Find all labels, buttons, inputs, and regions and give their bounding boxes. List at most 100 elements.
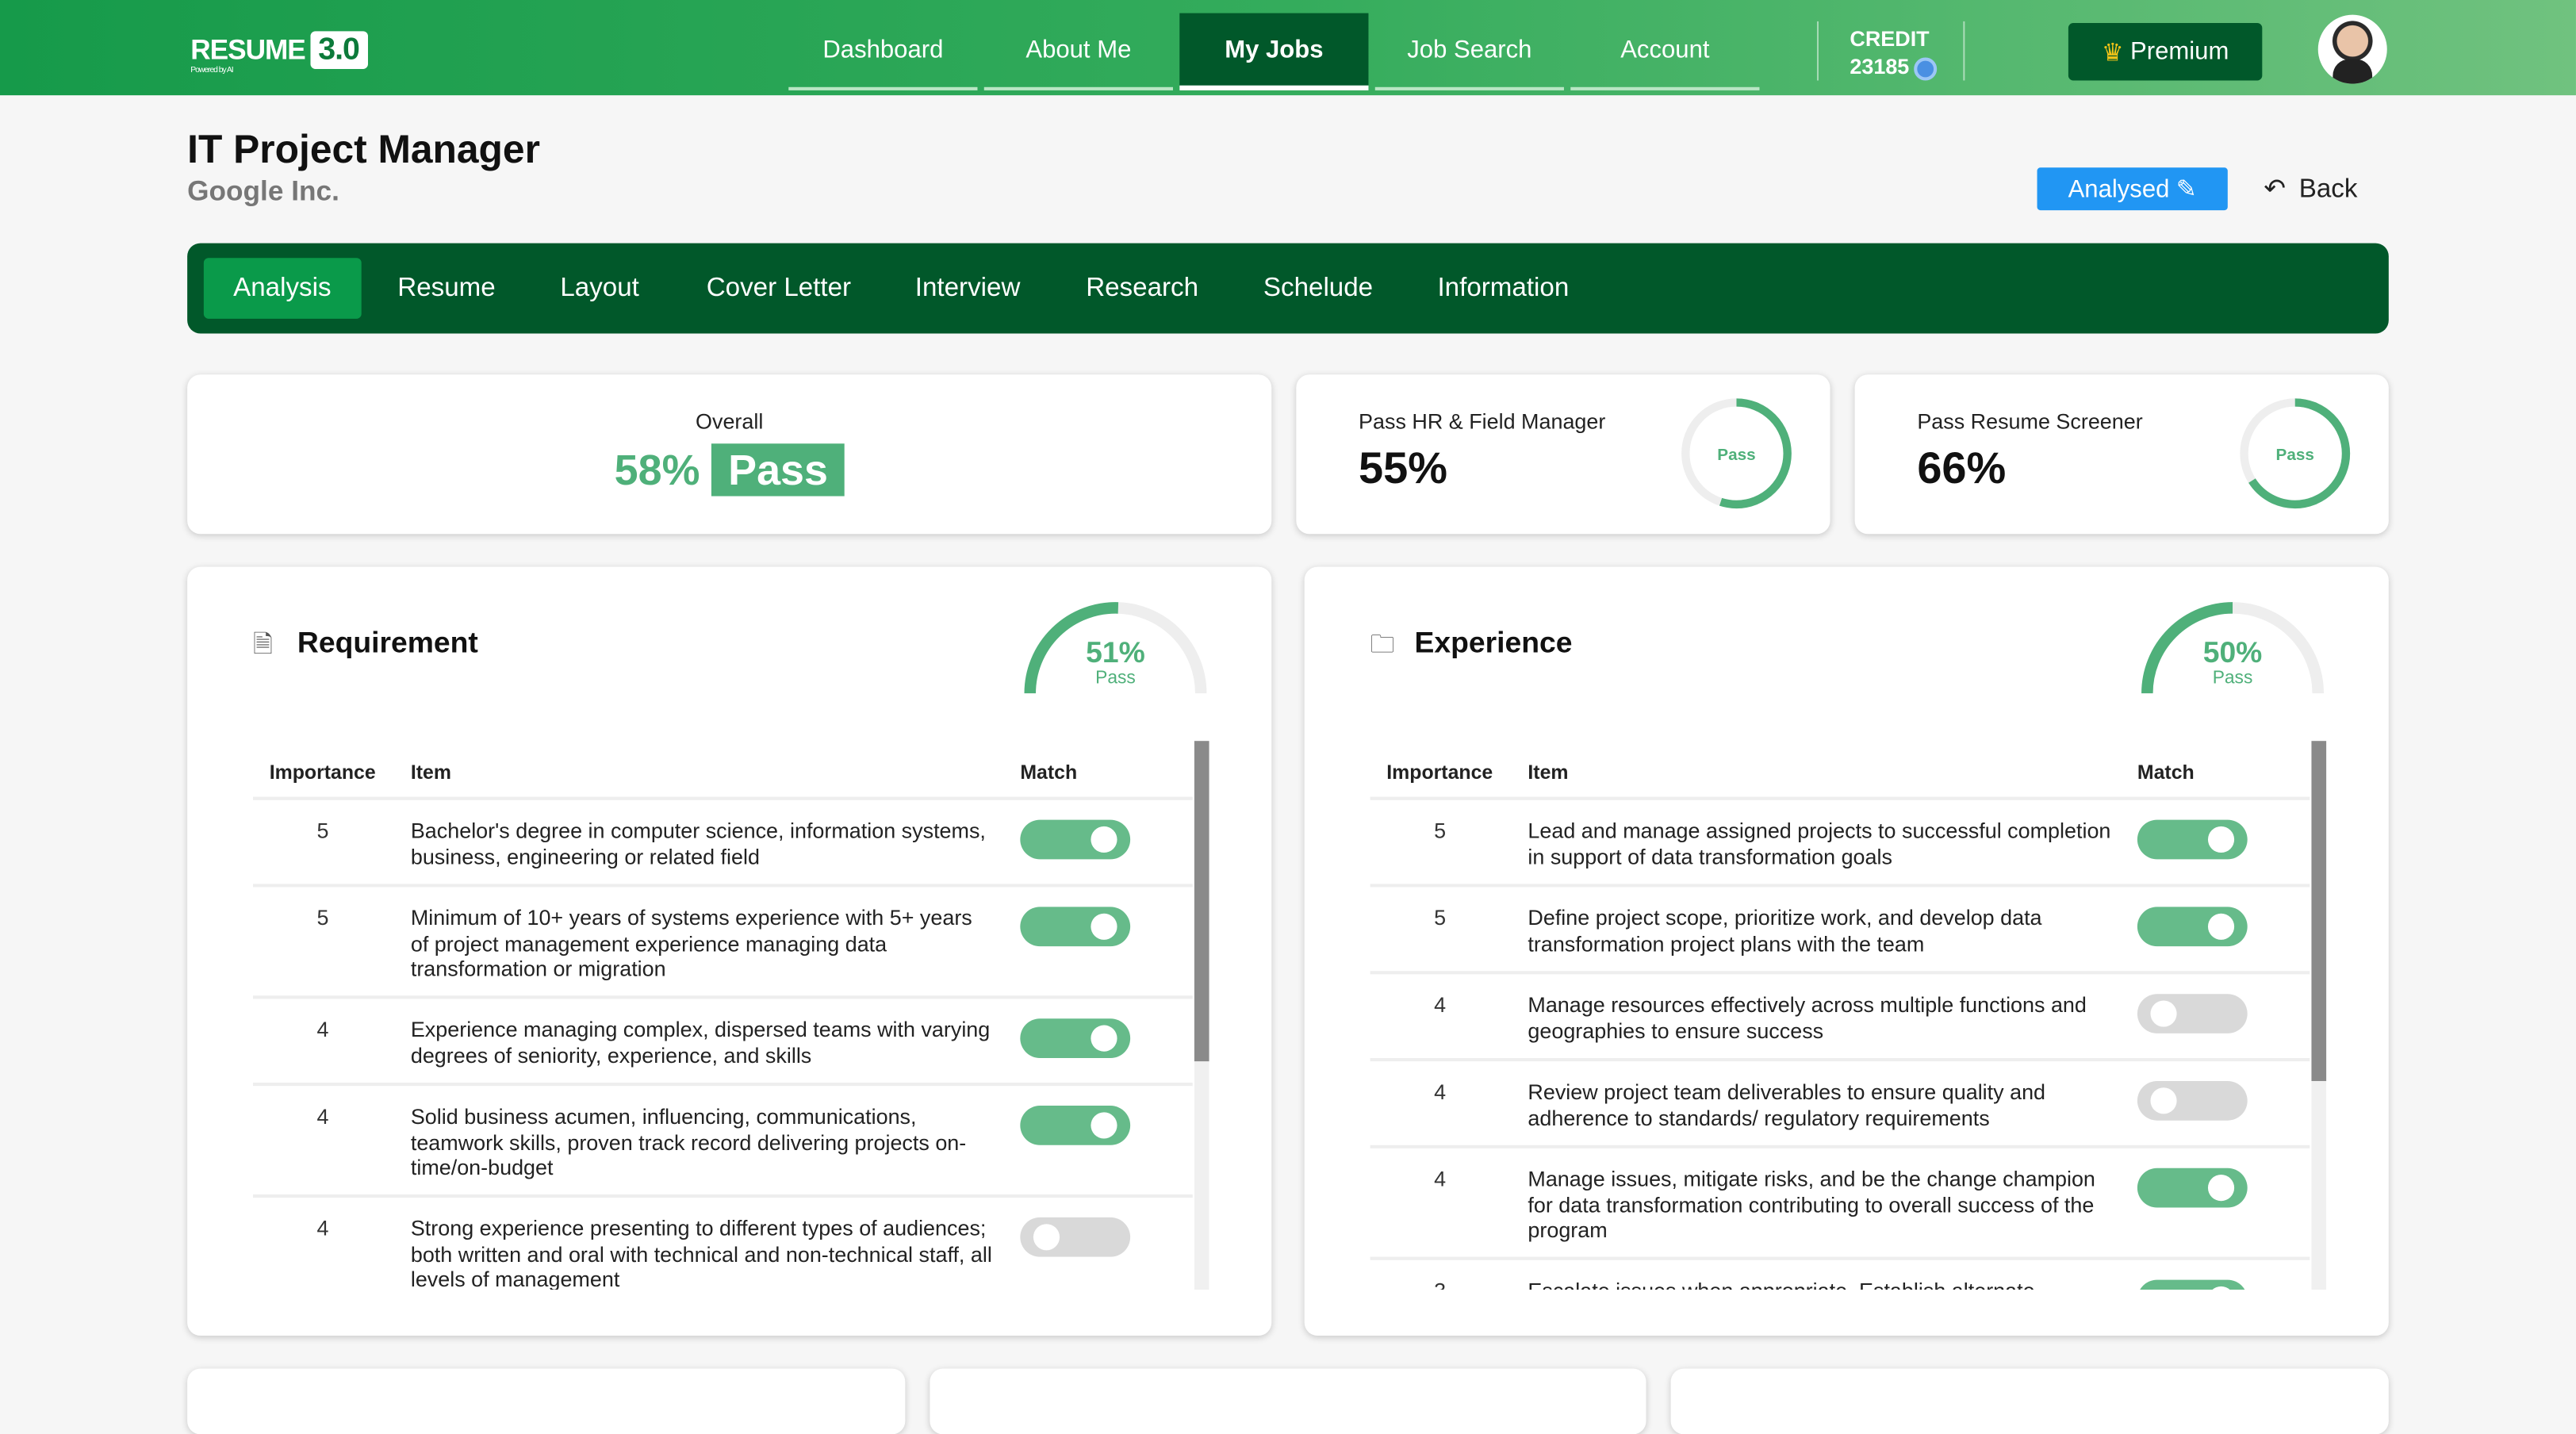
hr-percent: 55%: [1359, 443, 1448, 493]
tab-interview[interactable]: Interview: [885, 258, 1049, 319]
top-navbar: RESUME 3.0 Powered by AI Dashboard About Me…: [0, 0, 2576, 96]
match-toggle[interactable]: [2137, 994, 2248, 1033]
item-text: Strong experience presenting to differen…: [410, 1215, 992, 1290]
bottom-card: [1670, 1368, 2389, 1434]
experience-table: Importance Item Match 5 Lead and manage …: [1370, 741, 2310, 1290]
item-text: Escalate issues when appropriate. Establ…: [1528, 1279, 2110, 1290]
nav-job-search[interactable]: Job Search: [1374, 13, 1564, 90]
match-toggle[interactable]: [1020, 1217, 1131, 1257]
hr-card: Pass HR & Field Manager 55% Pass: [1296, 374, 1830, 535]
undo-icon: ↶: [2264, 175, 2287, 204]
match-toggle[interactable]: [2137, 907, 2248, 947]
table-row: 4 Manage resources effectively across mu…: [1370, 971, 2310, 1058]
tab-resume[interactable]: Resume: [368, 258, 525, 319]
analysed-button[interactable]: Analysed ✎: [2037, 167, 2228, 211]
match-toggle[interactable]: [1020, 819, 1131, 860]
overall-percent: 58%: [614, 445, 700, 495]
table-row: 4 Solid business acumen, influencing, co…: [252, 1083, 1193, 1194]
nav-my-jobs[interactable]: My Jobs: [1179, 13, 1369, 90]
importance-value: 4: [316, 1103, 329, 1129]
credit-display: CREDIT 23185: [1850, 25, 1938, 80]
screener-percent: 66%: [1917, 443, 2007, 493]
importance-value: 4: [316, 1215, 329, 1240]
table-row: 4 Experience managing complex, dispersed…: [252, 995, 1193, 1083]
column-header: Match: [1020, 761, 1078, 784]
table-row: 5 Lead and manage assigned projects to s…: [1370, 796, 2310, 884]
match-toggle[interactable]: [2137, 1168, 2248, 1208]
importance-value: 4: [1434, 992, 1447, 1018]
scrollbar[interactable]: [1194, 741, 1209, 1290]
divider: [1816, 21, 1819, 81]
item-text: Review project team deliverables to ensu…: [1528, 1079, 2046, 1130]
nav-dashboard[interactable]: Dashboard: [788, 13, 978, 90]
coin-icon: [1914, 56, 1938, 80]
hr-ring-gauge: Pass: [1681, 398, 1792, 509]
screener-ring-gauge: Pass: [2240, 398, 2351, 509]
nav-account[interactable]: Account: [1570, 13, 1760, 90]
crown-icon: ♛: [2101, 38, 2124, 67]
importance-value: 4: [1434, 1079, 1447, 1104]
screener-card: Pass Resume Screener 66% Pass: [1854, 374, 2389, 535]
item-text: Experience managing complex, dispersed t…: [410, 1017, 991, 1068]
scrollbar[interactable]: [2311, 741, 2327, 1290]
tab-schelude[interactable]: Schelude: [1234, 258, 1403, 319]
tab-layout[interactable]: Layout: [531, 258, 669, 319]
ring-label: Pass: [1717, 446, 1755, 464]
match-toggle[interactable]: [1020, 1106, 1131, 1145]
overall-label: Overall: [696, 408, 764, 434]
item-text: Lead and manage assigned projects to suc…: [1528, 818, 2111, 868]
scrollbar-thumb[interactable]: [1194, 741, 1209, 1062]
requirement-table: Importance Item Match 5 Bachelor's degre…: [252, 741, 1193, 1290]
table-row: 5 Define project scope, prioritize work,…: [1370, 884, 2310, 971]
avatar[interactable]: [2317, 14, 2387, 84]
match-toggle[interactable]: [2137, 819, 2248, 860]
column-header: Importance: [1386, 761, 1493, 784]
importance-value: 5: [316, 818, 329, 843]
table-row: 5 Bachelor's degree in computer science,…: [252, 796, 1193, 884]
tab-cover-letter[interactable]: Cover Letter: [677, 258, 880, 319]
page-title: IT Project Manager: [187, 128, 540, 173]
match-toggle[interactable]: [2137, 1080, 2248, 1121]
nav-about-me[interactable]: About Me: [983, 13, 1173, 90]
importance-value: 5: [1434, 818, 1447, 843]
scrollbar-thumb[interactable]: [2311, 741, 2327, 1081]
importance-value: 4: [316, 1017, 329, 1042]
item-text: Define project scope, prioritize work, a…: [1528, 905, 2042, 956]
item-text: Solid business acumen, influencing, comm…: [410, 1103, 967, 1180]
column-header: Item: [410, 761, 451, 784]
match-toggle[interactable]: [2137, 1279, 2248, 1290]
column-header: Item: [1528, 761, 1569, 784]
logo[interactable]: RESUME 3.0 Powered by AI: [190, 31, 368, 75]
tab-information[interactable]: Information: [1408, 258, 1598, 319]
item-text: Minimum of 10+ years of systems experien…: [410, 905, 972, 981]
gauge-percent: 50%: [2202, 635, 2263, 669]
tab-analysis[interactable]: Analysis: [203, 258, 361, 319]
tab-research[interactable]: Research: [1056, 258, 1228, 319]
overall-card: Overall 58% Pass: [187, 374, 1272, 535]
importance-value: 3: [1370, 1279, 1510, 1290]
bottom-card: [187, 1368, 906, 1434]
importance-value: 4: [1434, 1166, 1447, 1191]
divider: [1963, 21, 1965, 81]
match-toggle[interactable]: [1020, 907, 1131, 947]
bottom-card: [930, 1368, 1646, 1434]
screener-label: Pass Resume Screener: [1917, 408, 2143, 434]
requirement-card: 🗎 Requirement 51% Pass Importance Item M…: [187, 566, 1272, 1336]
gauge-percent: 51%: [1086, 635, 1145, 669]
importance-value: 5: [316, 905, 329, 930]
status-badge: Pass: [711, 443, 845, 497]
column-header: Match: [2137, 761, 2195, 784]
item-text: Bachelor's degree in computer science, i…: [410, 818, 986, 868]
table-row: 4 Review project team deliverables to en…: [1370, 1057, 2310, 1145]
premium-button[interactable]: ♛ Premium: [2068, 22, 2263, 81]
back-button[interactable]: ↶ Back: [2264, 172, 2357, 205]
table-row: 5 Minimum of 10+ years of systems experi…: [252, 884, 1193, 995]
experience-card: 🗀 Experience 50% Pass Importance Item Ma…: [1304, 566, 2389, 1336]
match-toggle[interactable]: [1020, 1018, 1131, 1058]
table-row: 3 Escalate issues when appropriate. Esta…: [1370, 1256, 2310, 1290]
table-row: 4 Strong experience presenting to differ…: [252, 1194, 1193, 1290]
column-header: Importance: [269, 761, 376, 784]
ring-label: Pass: [2276, 446, 2314, 464]
hr-label: Pass HR & Field Manager: [1359, 408, 1606, 434]
gauge-label: Pass: [2212, 669, 2253, 688]
